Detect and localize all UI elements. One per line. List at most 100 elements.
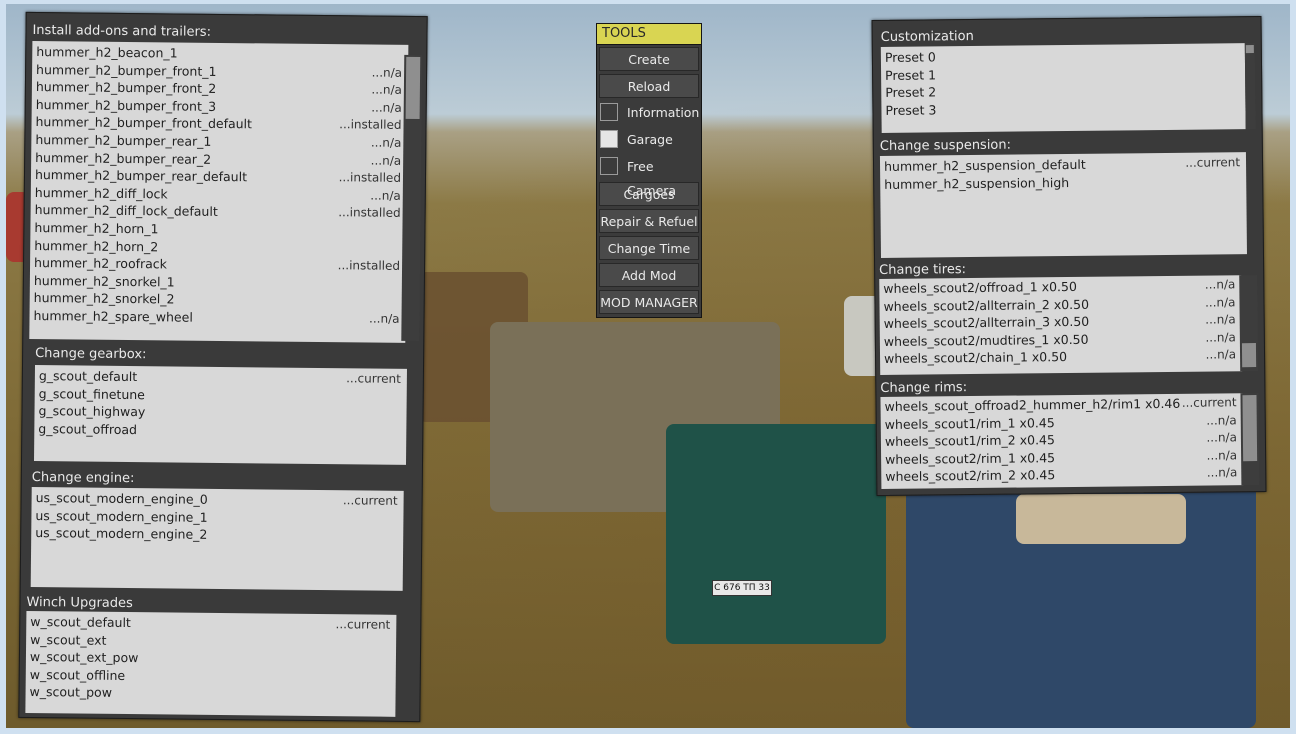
item-name: Preset 0 (884, 49, 936, 65)
item-name: hummer_h2_spare_wheel (33, 307, 193, 325)
tires-scrollbar[interactable] (1239, 275, 1259, 372)
right-panel: Customization Preset 0 Preset 1 Preset 2 Pr… (871, 15, 1267, 497)
item-name: hummer_h2_horn_2 (34, 237, 159, 254)
item-status: ...current (346, 371, 401, 386)
item-name: wheels_scout1/rim_2 x0.45 (884, 432, 1055, 450)
change-time-button[interactable]: Change Time (599, 236, 699, 260)
rims-list[interactable]: wheels_scout_offroad2_hummer_h2/rim1 x0.… (880, 393, 1244, 489)
item-name: hummer_h2_horn_1 (34, 219, 159, 237)
item-name: w_scout_offline (29, 666, 126, 683)
item-name: wheels_scout2/chain_1 x0.50 (883, 349, 1068, 367)
item-name: hummer_h2_roofrack (34, 255, 168, 272)
item-name: hummer_h2_bumper_front_3 (35, 96, 217, 114)
rims-scrollbar[interactable] (1240, 393, 1260, 486)
item-status: ...n/a (371, 100, 402, 115)
left-panel: Install add-ons and trailers: hummer_h2_… (18, 11, 428, 723)
garage-toggle[interactable]: Garage (599, 128, 699, 152)
customization-title: Customization (880, 28, 974, 45)
engine-list[interactable]: us_scout_modern_engine_0 ...current us_sco… (30, 487, 404, 591)
item-status: ...n/a (370, 135, 402, 150)
item-name: hummer_h2_bumper_front_default (35, 114, 253, 132)
item-status: ...installed (338, 205, 401, 221)
item-status: ...n/a (1206, 465, 1238, 480)
customization-scrollbar[interactable] (1244, 43, 1256, 130)
item-status: ...n/a (1204, 277, 1236, 292)
tools-title: TOOLS (597, 24, 701, 45)
customization-list[interactable]: Preset 0 Preset 1 Preset 2 Preset 3 (880, 43, 1246, 133)
reload-button[interactable]: Reload (599, 74, 699, 98)
rims-scroll-thumb[interactable] (1242, 395, 1258, 462)
item-status: ...n/a (370, 153, 402, 168)
item-name: hummer_h2_bumper_rear_1 (35, 131, 212, 149)
winch-title: Winch Upgrades (26, 594, 133, 612)
item-status: ...current (335, 617, 391, 632)
list-item[interactable]: w_scout_pow (25, 683, 395, 704)
information-checkbox[interactable] (600, 103, 618, 121)
repair-refuel-button[interactable]: Repair & Refuel (599, 209, 699, 233)
item-name: g_scout_offroad (38, 420, 138, 437)
item-name: hummer_h2_snorkel_1 (33, 272, 175, 290)
list-item[interactable]: Preset 3 (881, 98, 1245, 119)
list-item[interactable]: hummer_h2_spare_wheel ...n/a (29, 307, 405, 329)
garage-label: Garage (627, 132, 673, 147)
item-name: wheels_scout_offroad2_hummer_h2/rim1 x0.… (884, 395, 1181, 414)
add-mod-button[interactable]: Add Mod (599, 263, 699, 287)
winch-list[interactable]: w_scout_default ...current w_scout_ext w_sc… (25, 610, 397, 717)
item-status: ...n/a (1206, 448, 1238, 463)
rims-title: Change rims: (880, 380, 968, 396)
item-status: ...n/a (1205, 312, 1236, 327)
list-item[interactable]: us_scout_modern_engine_2 (31, 524, 403, 545)
item-name: w_scout_pow (29, 684, 113, 701)
tires-list[interactable]: wheels_scout2/offroad_1 x0.50 ...n/a wheel… (879, 275, 1243, 375)
tools-panel: TOOLS Create Reload Information Garage F… (596, 23, 702, 318)
suspension-list[interactable]: hummer_h2_suspension_default ...current hu… (879, 152, 1247, 258)
item-status: ...n/a (371, 65, 403, 80)
item-name: wheels_scout2/allterrain_2 x0.50 (883, 296, 1090, 314)
item-status: ...installed (339, 117, 402, 133)
item-name: hummer_h2_bumper_front_2 (35, 79, 217, 97)
free-camera-label: Free Camera (627, 159, 677, 198)
list-item[interactable]: wheels_scout2/rim_2 x0.45 ...n/a (881, 465, 1243, 486)
information-toggle[interactable]: Information (599, 101, 699, 125)
item-status: ...n/a (1206, 412, 1237, 428)
item-name: hummer_h2_diff_lock (34, 184, 168, 202)
trailer-cargo (1016, 494, 1186, 544)
gearbox-list[interactable]: g_scout_default ...current g_scout_finetun… (34, 365, 407, 465)
item-name: us_scout_modern_engine_0 (35, 490, 208, 507)
list-item[interactable]: hummer_h2_suspension_high (880, 172, 1246, 193)
tires-scroll-thumb[interactable] (1241, 343, 1257, 368)
item-status: ...n/a (1205, 330, 1236, 345)
addons-list[interactable]: hummer_h2_beacon_1 hummer_h2_bumper_front… (29, 40, 409, 343)
item-status: ...n/a (1206, 430, 1237, 445)
information-label: Information (627, 105, 700, 120)
item-name: hummer_h2_snorkel_2 (33, 290, 175, 307)
garage-checkbox[interactable] (600, 130, 618, 148)
item-name: g_scout_finetune (38, 385, 146, 402)
mod-manager-button[interactable]: MOD MANAGER (599, 290, 699, 314)
item-name: Preset 2 (885, 84, 937, 101)
free-camera-toggle[interactable]: Free Camera (599, 155, 699, 198)
niva-vehicle (666, 424, 886, 644)
create-button[interactable]: Create (599, 47, 699, 71)
item-name: w_scout_ext_pow (29, 649, 139, 666)
plate-text: С 676 ТП 33 (714, 583, 770, 593)
item-name: hummer_h2_suspension_default (883, 156, 1086, 174)
item-name: w_scout_default (30, 613, 131, 631)
item-status: ...current (1185, 155, 1241, 170)
list-item[interactable]: g_scout_offroad (34, 420, 406, 441)
item-status: ...n/a (370, 188, 401, 203)
item-name: hummer_h2_bumper_front_1 (36, 61, 217, 79)
list-item[interactable]: wheels_scout2/chain_1 x0.50 ...n/a (880, 347, 1242, 368)
item-name: hummer_h2_suspension_high (884, 174, 1070, 192)
item-status: ...n/a (1204, 294, 1236, 310)
item-status: ...n/a (371, 82, 402, 98)
item-status: ...n/a (368, 311, 400, 326)
item-status: ...current (1181, 395, 1237, 410)
addons-scrollbar[interactable] (401, 54, 423, 342)
addons-scroll-thumb[interactable] (405, 56, 421, 120)
customization-scroll-thumb[interactable] (1245, 45, 1254, 54)
tires-title: Change tires: (879, 262, 967, 278)
item-name: Preset 1 (885, 66, 937, 83)
item-name: g_scout_default (38, 368, 138, 385)
free-camera-checkbox[interactable] (600, 157, 618, 175)
